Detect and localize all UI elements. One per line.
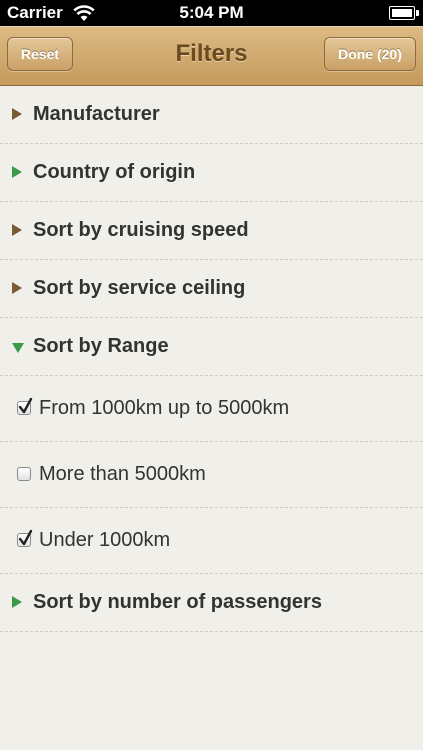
checkmark-icon <box>18 529 33 546</box>
range-option-over-5000[interactable]: More than 5000km <box>0 442 423 508</box>
option-label: More than 5000km <box>39 463 206 485</box>
section-label: Sort by number of passengers <box>33 591 322 613</box>
checkbox-checked[interactable] <box>17 397 33 415</box>
done-button[interactable]: Done (20) <box>324 37 416 71</box>
status-bar: Carrier 5:04 PM <box>0 0 423 26</box>
disclosure-arrow-icon <box>12 166 22 178</box>
battery-icon <box>389 6 419 20</box>
section-service-ceiling[interactable]: Sort by service ceiling <box>0 260 423 318</box>
section-number-of-passengers[interactable]: Sort by number of passengers <box>0 574 423 632</box>
range-option-1000-5000[interactable]: From 1000km up to 5000km <box>0 376 423 442</box>
checkbox-checked[interactable] <box>17 529 33 547</box>
option-label: Under 1000km <box>39 529 171 551</box>
disclosure-arrow-icon <box>12 282 22 294</box>
disclosure-arrow-icon <box>12 224 22 236</box>
filter-list: Manufacturer Country of origin Sort by c… <box>0 86 423 632</box>
section-label: Sort by cruising speed <box>33 219 249 241</box>
disclosure-arrow-icon <box>12 108 22 120</box>
section-label: Sort by service ceiling <box>33 277 246 299</box>
disclosure-arrow-expanded-icon <box>12 343 24 353</box>
section-country-of-origin[interactable]: Country of origin <box>0 144 423 202</box>
clock: 5:04 PM <box>179 3 244 22</box>
disclosure-arrow-icon <box>12 596 22 608</box>
section-label: Sort by Range <box>33 335 169 357</box>
option-label: From 1000km up to 5000km <box>39 397 290 419</box>
section-manufacturer[interactable]: Manufacturer <box>0 86 423 144</box>
section-cruising-speed[interactable]: Sort by cruising speed <box>0 202 423 260</box>
range-option-under-1000[interactable]: Under 1000km <box>0 508 423 574</box>
navigation-bar: Reset Filters Done (20) <box>0 26 423 86</box>
checkbox-unchecked[interactable] <box>17 467 31 481</box>
section-label: Manufacturer <box>33 103 160 125</box>
section-range[interactable]: Sort by Range <box>0 318 423 376</box>
checkmark-icon <box>18 397 33 414</box>
section-label: Country of origin <box>33 161 196 183</box>
